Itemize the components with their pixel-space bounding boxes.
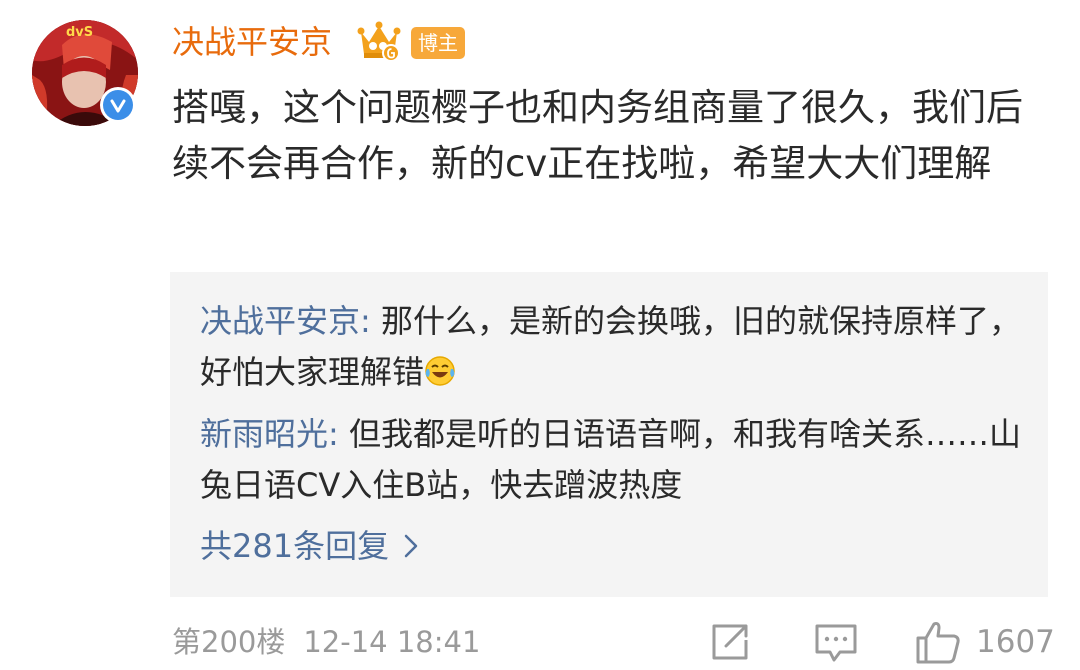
laugh-cry-emoji-icon [424,351,456,386]
username[interactable]: 决战平安京 [172,20,332,64]
svg-text:dvS: dvS [66,25,93,40]
share-icon[interactable] [706,618,754,666]
post-time: 18:41 [396,625,481,659]
crown-icon [357,20,401,62]
like-count: 1607 [976,624,1055,660]
more-replies-link[interactable]: 共281条回复 [200,520,419,572]
reply-username[interactable]: 新雨昭光 [200,415,328,453]
reply-username[interactable]: 决战平安京 [200,302,360,340]
post-meta: 第200楼 12-14 18:41 [172,618,480,666]
blogger-badge: 博主 [411,27,465,59]
verified-icon [100,87,136,123]
reply-preview[interactable]: 决战平安京: 那什么，是新的会换哦，旧的就保持原样了，好怕大家理解错 新雨昭光:… [170,272,1048,597]
chevron-right-icon [403,522,419,574]
more-replies-label: 共281条回复 [200,527,390,565]
post-date: 12-14 [303,625,388,659]
reply-item: 新雨昭光: 但我都是听的日语语音啊，和我有啥关系……山兔日语CV入住B站，快去蹭… [200,415,1021,504]
like-icon[interactable] [914,618,962,666]
reply-item: 决战平安京: 那什么，是新的会换哦，旧的就保持原样了，好怕大家理解错 [200,302,1021,391]
post-text: 搭嘎，这个问题樱子也和内务组商量了很久，我们后续不会再合作，新的cv正在找啦，希… [172,86,1023,185]
floor-number: 第200楼 [172,625,286,659]
comment-icon[interactable] [812,618,860,666]
